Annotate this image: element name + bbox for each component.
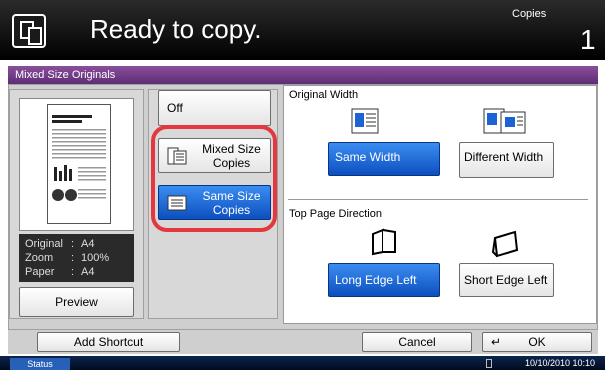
add-shortcut-button[interactable]: Add Shortcut	[37, 332, 180, 352]
device-status-icon	[486, 359, 492, 368]
enter-icon: ↵	[491, 335, 502, 349]
top-page-direction-label: Top Page Direction	[289, 208, 382, 220]
document-thumbnail-icon	[52, 115, 106, 201]
copies-count: 1	[580, 24, 596, 55]
short-edge-left-icon	[491, 230, 519, 258]
settings-summary: Original: A4 Zoom:100% Paper: A4	[19, 234, 134, 282]
original-width-label: Original Width	[289, 89, 359, 101]
long-edge-left-button[interactable]: Long Edge Left	[328, 263, 440, 297]
document-preview-page	[47, 104, 111, 224]
same-width-button[interactable]: Same Width	[328, 142, 440, 176]
status-datetime: 10/10/2010 10:10	[525, 358, 596, 368]
different-width-icon	[483, 108, 526, 134]
short-edge-left-button[interactable]: Short Edge Left	[459, 263, 554, 297]
cancel-button[interactable]: Cancel	[362, 332, 472, 352]
selection-highlight-ring	[151, 125, 277, 232]
section-divider	[288, 199, 588, 200]
status-title: Ready to copy.	[90, 14, 262, 44]
paper-size-row: Paper: A4	[25, 266, 95, 278]
preview-button[interactable]: Preview	[19, 287, 134, 317]
copy-mode-icon	[12, 14, 46, 48]
copies-label: Copies	[512, 8, 547, 20]
off-button[interactable]: Off	[158, 90, 271, 126]
zoom-row: Zoom:100%	[25, 252, 110, 264]
status-bar	[0, 356, 605, 370]
original-size-row: Original: A4	[25, 238, 95, 250]
function-title-bar: Mixed Size Originals	[8, 66, 598, 84]
status-button[interactable]: Status	[10, 358, 70, 370]
different-width-button[interactable]: Different Width	[459, 142, 554, 178]
ok-button[interactable]: ↵ OK	[482, 332, 592, 352]
long-edge-left-icon	[372, 228, 396, 256]
header-bar: Ready to copy. Copies 1	[0, 0, 605, 60]
same-width-icon	[351, 108, 379, 134]
